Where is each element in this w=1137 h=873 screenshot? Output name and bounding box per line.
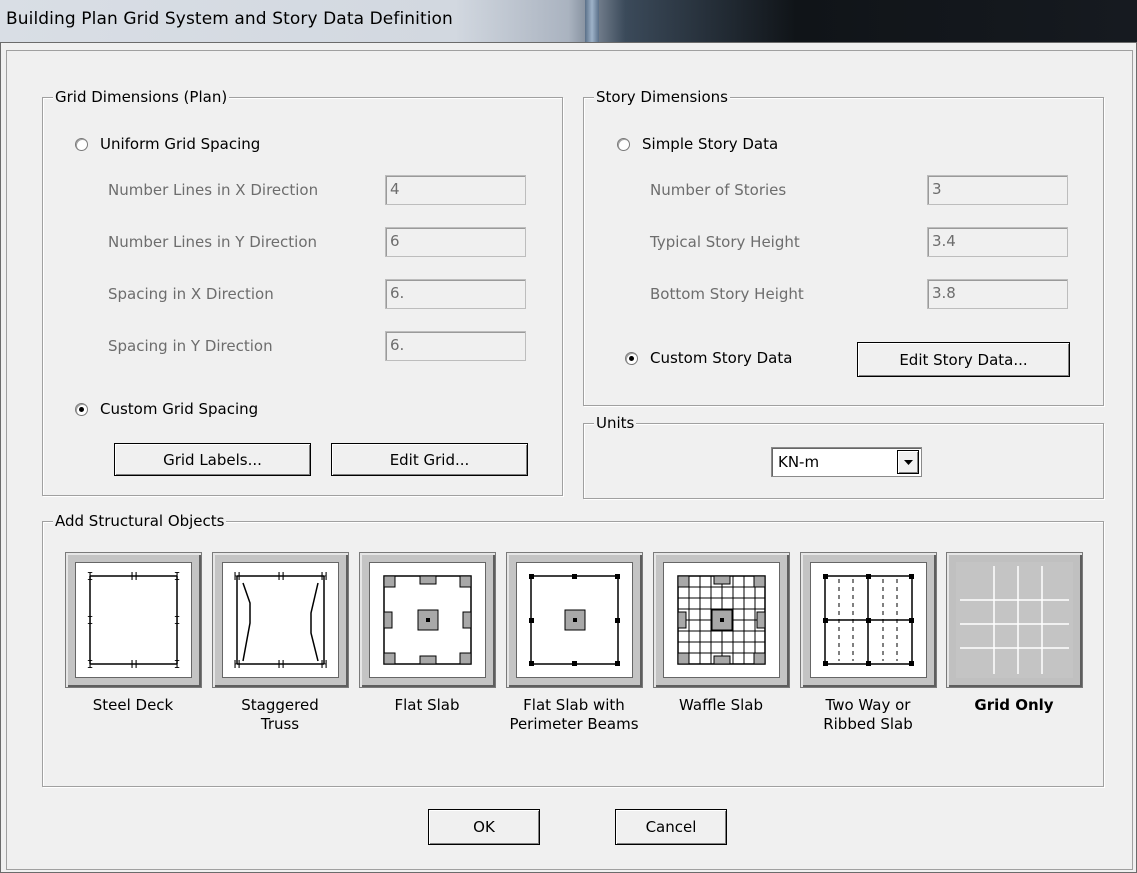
typical-story-height-field[interactable]: 3.4 (927, 227, 1068, 257)
custom-grid-radio-dot[interactable] (75, 402, 88, 416)
staggered-truss-caption-line2: Truss (260, 715, 300, 733)
svg-text:I: I (174, 570, 181, 583)
svg-text:H: H (131, 658, 138, 671)
story-dimensions-legend: Story Dimensions (594, 88, 730, 106)
svg-text:H: H (278, 570, 285, 583)
flat-slab-caption-line1: Flat Slab (394, 696, 460, 714)
grid-only-caption-line1: Grid Only (974, 696, 1054, 714)
two-way-ribbed-slab-icon (810, 562, 927, 678)
flat-slab-perimeter-beams-caption-line1: Flat Slab with (523, 696, 625, 714)
simple-story-data-radio[interactable]: Simple Story Data (617, 135, 778, 153)
y-spacing-label: Spacing in Y Direction (108, 337, 273, 355)
flat-slab-perimeter-beams-button[interactable] (506, 552, 643, 688)
typical-story-height-label: Typical Story Height (650, 233, 800, 251)
staggered-truss-caption-line1: Staggered (241, 696, 319, 714)
y-lines-field[interactable]: 6 (385, 227, 526, 257)
svg-text:H: H (234, 658, 241, 671)
units-legend: Units (594, 414, 637, 432)
waffle-slab-caption: Waffle Slab (651, 696, 791, 715)
waffle-slab-icon (663, 562, 780, 678)
svg-text:I: I (174, 614, 181, 627)
grid-dimensions-legend: Grid Dimensions (Plan) (53, 88, 230, 106)
grid-labels-button[interactable]: Grid Labels... (114, 443, 311, 476)
svg-text:I: I (174, 658, 181, 671)
steel-deck-caption-line1: Steel Deck (92, 696, 174, 714)
number-of-stories-field[interactable]: 3 (927, 175, 1068, 205)
flat-slab-icon (369, 562, 486, 678)
x-lines-field[interactable]: 4 (385, 175, 526, 205)
custom-story-data-label: Custom Story Data (650, 349, 793, 367)
custom-grid-spacing-label: Custom Grid Spacing (100, 400, 259, 418)
svg-text:H: H (131, 570, 138, 583)
structural-objects-legend: Add Structural Objects (53, 512, 227, 530)
simple-story-data-label: Simple Story Data (642, 135, 779, 153)
grid-only-caption: Grid Only (944, 696, 1084, 715)
custom-grid-spacing-radio[interactable]: Custom Grid Spacing (75, 400, 258, 418)
custom-story-radio-dot[interactable] (625, 351, 638, 365)
svg-text:I: I (87, 570, 94, 583)
steel-deck-caption: Steel Deck (63, 696, 203, 715)
svg-text:H: H (321, 658, 328, 671)
two-way-ribbed-slab-caption-line2: Ribbed Slab (823, 715, 913, 733)
y-spacing-field[interactable]: 6. (385, 331, 526, 361)
window-title: Building Plan Grid System and Story Data… (6, 9, 453, 29)
title-bar-accent (585, 0, 599, 42)
staggered-truss-button[interactable]: H H H H H H (212, 552, 349, 688)
custom-story-data-radio[interactable]: Custom Story Data (625, 349, 792, 367)
staggered-truss-icon: H H H H H H (222, 562, 339, 678)
two-way-ribbed-slab-caption-line1: Two Way or (825, 696, 911, 714)
flat-slab-perimeter-beams-caption-line2: Perimeter Beams (509, 715, 639, 733)
svg-text:H: H (321, 570, 328, 583)
units-select[interactable]: KN-m (771, 447, 922, 477)
waffle-slab-caption-line1: Waffle Slab (679, 696, 763, 714)
number-of-stories-label: Number of Stories (650, 181, 787, 199)
title-bar: Building Plan Grid System and Story Data… (0, 0, 1137, 42)
grid-only-icon (956, 562, 1073, 678)
uniform-grid-radio-dot[interactable] (75, 137, 88, 151)
bottom-story-height-field[interactable]: 3.8 (927, 279, 1068, 309)
x-lines-label: Number Lines in X Direction (108, 181, 319, 199)
svg-text:H: H (278, 658, 285, 671)
two-way-ribbed-slab-caption: Two Way or Ribbed Slab (798, 696, 938, 734)
x-spacing-label: Spacing in X Direction (108, 285, 274, 303)
grid-only-button[interactable] (946, 552, 1083, 688)
simple-story-radio-dot[interactable] (617, 137, 630, 151)
edit-grid-button[interactable]: Edit Grid... (331, 443, 528, 476)
svg-text:I: I (87, 614, 94, 627)
edit-story-data-button[interactable]: Edit Story Data... (857, 342, 1070, 377)
flat-slab-button[interactable] (359, 552, 496, 688)
x-spacing-field[interactable]: 6. (385, 279, 526, 309)
staggered-truss-caption: Staggered Truss (210, 696, 350, 734)
flat-slab-caption: Flat Slab (357, 696, 497, 715)
y-lines-label: Number Lines in Y Direction (108, 233, 318, 251)
steel-deck-icon: I H I I H I I I (75, 562, 192, 678)
two-way-ribbed-slab-button[interactable] (800, 552, 937, 688)
svg-text:I: I (87, 658, 94, 671)
chevron-down-icon[interactable] (897, 450, 919, 474)
cancel-button[interactable]: Cancel (615, 809, 727, 845)
bottom-story-height-label: Bottom Story Height (650, 285, 804, 303)
svg-text:H: H (234, 570, 241, 583)
uniform-grid-spacing-radio[interactable]: Uniform Grid Spacing (75, 135, 260, 153)
uniform-grid-spacing-label: Uniform Grid Spacing (100, 135, 261, 153)
units-selected-value: KN-m (778, 453, 820, 471)
ok-button[interactable]: OK (428, 809, 540, 845)
steel-deck-button[interactable]: I H I I H I I I (65, 552, 202, 688)
flat-slab-perimeter-beams-caption: Flat Slab with Perimeter Beams (504, 696, 644, 734)
flat-slab-perimeter-beams-icon (516, 562, 633, 678)
waffle-slab-button[interactable] (653, 552, 790, 688)
